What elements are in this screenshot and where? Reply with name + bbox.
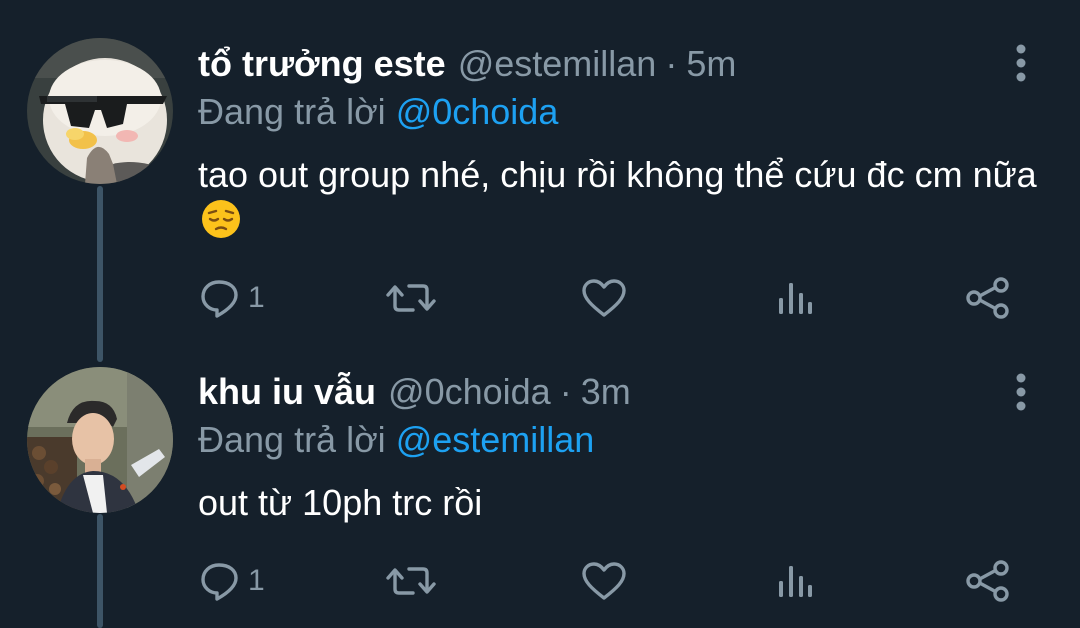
tweet-body: out từ 10ph trc rồi xyxy=(198,482,483,523)
reply-mention-link[interactable]: @0choida xyxy=(396,91,559,132)
separator-dot: · xyxy=(559,371,572,412)
tweet-body: tao out group nhé, chịu rồi không thể cứ… xyxy=(198,154,1037,195)
display-name[interactable]: tổ trưởng este xyxy=(198,38,446,90)
retweet-icon xyxy=(386,284,436,312)
more-options-button[interactable] xyxy=(1003,366,1039,418)
like-icon xyxy=(582,562,626,600)
reply-mention-link[interactable]: @estemillan xyxy=(396,419,595,460)
share-icon xyxy=(966,277,1009,319)
more-options-button[interactable] xyxy=(1003,37,1039,89)
user-handle[interactable]: @estemillan xyxy=(458,38,657,90)
reply-count: 1 xyxy=(248,281,265,314)
tweet-actions: 1 xyxy=(0,551,1080,611)
replying-to-label: Đang trả lời xyxy=(198,91,386,132)
views-icon xyxy=(779,566,812,597)
share-icon xyxy=(966,560,1009,602)
views-button[interactable] xyxy=(775,551,815,611)
timestamp[interactable]: 3m xyxy=(581,366,631,418)
pensive-face-emoji xyxy=(202,200,240,238)
tweet-header: khu iu vẫu @0choida · 3m xyxy=(198,366,631,418)
penguin-with-sunglasses-avatar xyxy=(27,38,173,184)
replying-to-label: Đang trả lời xyxy=(198,419,386,460)
user-handle[interactable]: @0choida xyxy=(388,366,551,418)
share-button[interactable] xyxy=(965,268,1011,328)
tweet-header: tổ trưởng este @estemillan · 5m xyxy=(198,38,736,90)
retweet-button[interactable] xyxy=(386,268,436,328)
reply-count: 1 xyxy=(248,564,265,597)
reply-icon xyxy=(201,280,238,318)
like-button[interactable] xyxy=(581,268,627,328)
share-button[interactable] xyxy=(965,551,1011,611)
retweet-icon xyxy=(386,567,436,595)
more-options-icon xyxy=(1016,44,1026,82)
like-button[interactable] xyxy=(581,551,627,611)
views-button[interactable] xyxy=(775,268,815,328)
tweet-actions: 1 xyxy=(0,268,1080,328)
tweet-text: tao out group nhé, chịu rồi không thể cứ… xyxy=(198,152,1048,245)
like-icon xyxy=(582,279,626,317)
reply-icon xyxy=(201,563,238,601)
young-man-photo-avatar xyxy=(27,367,173,513)
tweet-thread: tổ trưởng este @estemillan · 5m Đang trả… xyxy=(0,0,1080,628)
retweet-button[interactable] xyxy=(386,551,436,611)
tweet-text: out từ 10ph trc rồi xyxy=(198,480,1048,526)
avatar[interactable] xyxy=(27,367,173,513)
timestamp[interactable]: 5m xyxy=(686,38,736,90)
separator-dot: · xyxy=(665,43,678,84)
reply-button[interactable]: 1 xyxy=(200,268,265,328)
more-options-icon xyxy=(1016,373,1026,411)
display-name[interactable]: khu iu vẫu xyxy=(198,366,376,418)
avatar[interactable] xyxy=(27,38,173,184)
replying-to: Đang trả lời @0choida xyxy=(198,88,558,136)
views-icon xyxy=(779,283,812,314)
reply-button[interactable]: 1 xyxy=(200,551,265,611)
replying-to: Đang trả lời @estemillan xyxy=(198,416,594,464)
